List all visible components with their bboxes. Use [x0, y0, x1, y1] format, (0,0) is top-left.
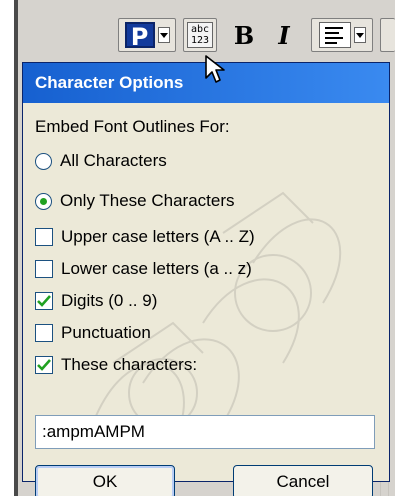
- bold-button[interactable]: B: [233, 18, 255, 52]
- checkbox-punctuation[interactable]: Punctuation: [35, 323, 151, 343]
- screen: P abc 123 B I Character Options Embed Fo…: [0, 0, 395, 496]
- checkbox-label: Lower case letters (a .. z): [61, 259, 252, 278]
- checkbox[interactable]: [35, 228, 53, 246]
- checkbox-these-characters[interactable]: These characters:: [35, 355, 197, 375]
- radio-label: Only These Characters: [60, 191, 235, 210]
- characters-input[interactable]: :ampmAMPM: [35, 415, 375, 449]
- italic-button[interactable]: I: [273, 18, 295, 52]
- checkbox[interactable]: [35, 324, 53, 342]
- cancel-button[interactable]: Cancel: [233, 465, 373, 496]
- paragraph-style-button[interactable]: P: [118, 18, 176, 52]
- checkbox-label: Digits (0 .. 9): [61, 291, 158, 310]
- character-options-button[interactable]: abc 123: [183, 18, 217, 52]
- alignment-button[interactable]: [311, 18, 373, 52]
- character-options-dialog: Character Options Embed Font Outlines Fo…: [22, 62, 390, 496]
- checkmark-icon: [37, 359, 51, 371]
- abc-123-icon: abc 123: [187, 22, 213, 48]
- abc-icon-line1: abc: [190, 24, 210, 35]
- checkmark-icon: [37, 295, 51, 307]
- radio-label: All Characters: [60, 151, 167, 170]
- checkbox-checked[interactable]: [35, 356, 53, 374]
- embed-section-label: Embed Font Outlines For:: [35, 117, 230, 136]
- checkbox[interactable]: [35, 260, 53, 278]
- ok-button[interactable]: OK: [35, 465, 175, 496]
- checkbox-label: Upper case letters (A .. Z): [61, 227, 255, 246]
- checkbox-label: Punctuation: [61, 323, 151, 342]
- radio-button-selected[interactable]: [35, 192, 52, 210]
- radio-all-characters[interactable]: All Characters: [35, 151, 167, 171]
- abc-icon-line2: 123: [190, 35, 210, 46]
- checkbox-lower-case[interactable]: Lower case letters (a .. z): [35, 259, 252, 279]
- toolbar-more-button[interactable]: [380, 18, 395, 52]
- left-margin: [0, 0, 14, 496]
- align-left-icon: [318, 22, 351, 48]
- mouse-cursor-icon: [205, 55, 225, 83]
- radio-only-these-characters[interactable]: Only These Characters: [35, 191, 234, 211]
- checkbox-checked[interactable]: [35, 292, 53, 310]
- chevron-down-icon[interactable]: [157, 27, 170, 43]
- chevron-down-icon[interactable]: [353, 27, 366, 43]
- checkbox-upper-case[interactable]: Upper case letters (A .. Z): [35, 227, 255, 247]
- checkbox-digits[interactable]: Digits (0 .. 9): [35, 291, 157, 311]
- paragraph-icon: P: [124, 22, 155, 50]
- radio-button[interactable]: [35, 152, 52, 170]
- dialog-body: Embed Font Outlines For: All Characters …: [23, 103, 389, 496]
- checkbox-label: These characters:: [61, 355, 198, 374]
